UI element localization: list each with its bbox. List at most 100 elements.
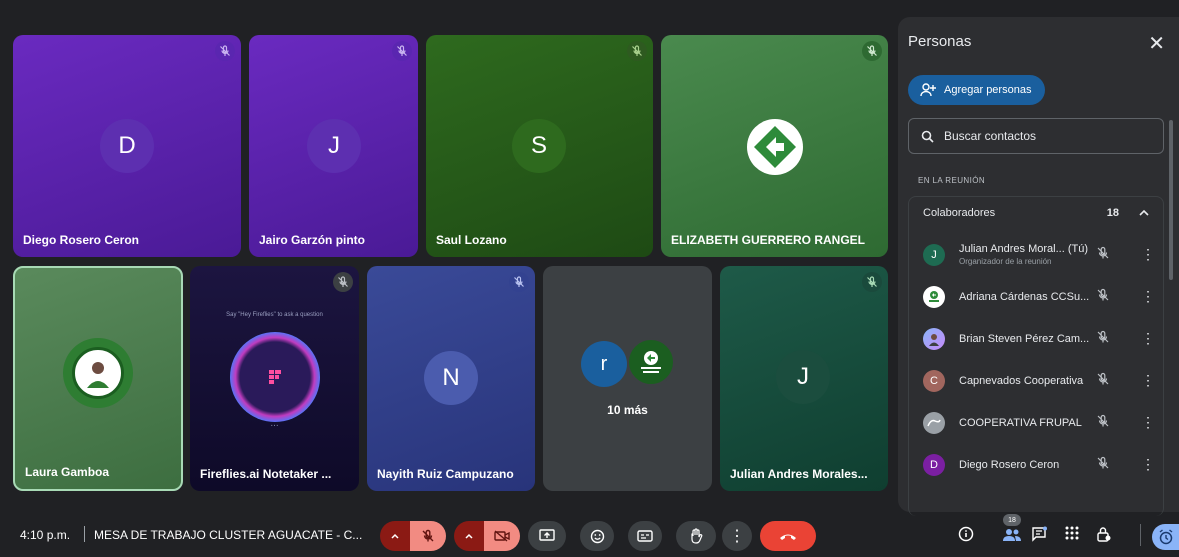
- camera-toggle-button[interactable]: [484, 521, 520, 551]
- chevron-up-icon: [465, 533, 473, 539]
- meeting-title: MESA DE TRABAJO CLUSTER AGUACATE - C...: [94, 528, 363, 542]
- people-icon[interactable]: [1002, 528, 1022, 542]
- mic-off-icon: [862, 272, 882, 292]
- mic-off-icon: [1097, 456, 1109, 469]
- end-call-icon: [780, 534, 796, 540]
- scrollbar[interactable]: [1169, 120, 1173, 280]
- person-role: Organizador de la reunión: [959, 257, 1052, 266]
- participant-tile[interactable]: J Jairo Garzón pinto: [249, 35, 418, 257]
- person-name: COOPERATIVA FRUPAL: [959, 417, 1082, 429]
- search-placeholder: Buscar contactos: [944, 129, 1037, 143]
- chat-icon[interactable]: [1031, 526, 1047, 542]
- person-name: Julian Andres Moral... (Tú): [959, 243, 1088, 255]
- mic-off-icon: [1097, 330, 1109, 343]
- participant-tile[interactable]: Say "Hey Fireflies" to ask a question ..…: [190, 266, 359, 491]
- participant-name: Julian Andres Morales...: [730, 467, 868, 481]
- chevron-up-icon[interactable]: [1139, 205, 1149, 219]
- mic-toggle-button[interactable]: [410, 521, 446, 551]
- camera-off-icon: [494, 530, 510, 542]
- list-item[interactable]: Adriana Cárdenas CCSu... ⋮: [919, 283, 1165, 313]
- present-screen-button[interactable]: [528, 521, 566, 551]
- host-controls-icon[interactable]: [1096, 526, 1112, 542]
- participant-tile[interactable]: N Nayith Ruiz Campuzano: [367, 266, 535, 491]
- participant-name: Diego Rosero Ceron: [23, 233, 140, 247]
- mic-off-icon: [392, 41, 412, 61]
- group-count: 18: [1106, 207, 1119, 219]
- activities-icon[interactable]: [1065, 526, 1079, 540]
- divider: [1140, 524, 1141, 546]
- fireflies-prompt: Say "Hey Fireflies" to ask a question: [226, 312, 323, 318]
- bottom-toolbar: 4:10 p.m. MESA DE TRABAJO CLUSTER AGUACA…: [0, 512, 1179, 557]
- avatar-photo: [72, 347, 124, 399]
- participant-tile-speaking[interactable]: Laura Gamboa: [13, 266, 183, 491]
- mic-off-icon: [509, 272, 529, 292]
- captions-icon: [637, 530, 653, 542]
- participant-name: ELIZABETH GUERRERO RANGEL: [671, 233, 866, 247]
- list-item[interactable]: D Diego Rosero Ceron ⋮: [919, 451, 1165, 481]
- mic-off-icon: [1097, 246, 1109, 259]
- more-options-button[interactable]: ⋮: [722, 521, 752, 551]
- participant-name: Laura Gamboa: [25, 465, 110, 479]
- participants-group: Colaboradores 18 J Julian Andres Moral..…: [908, 196, 1164, 516]
- reactions-button[interactable]: [580, 521, 614, 551]
- avatar: J: [923, 244, 945, 266]
- participant-tile[interactable]: S Saul Lozano: [426, 35, 653, 257]
- avatar: r: [581, 341, 627, 387]
- more-participants-tile[interactable]: r 10 más: [543, 266, 712, 491]
- avatar: N: [424, 351, 478, 405]
- captions-button[interactable]: [628, 521, 662, 551]
- camera-options-chevron[interactable]: [454, 521, 484, 551]
- fireflies-orb: [230, 332, 320, 422]
- avatar: C: [923, 370, 945, 392]
- participant-name: Nayith Ruiz Campuzano: [377, 467, 514, 481]
- list-item[interactable]: Brian Steven Pérez Cam... ⋮: [919, 325, 1165, 355]
- leave-call-button[interactable]: [760, 521, 816, 551]
- more-vert-icon[interactable]: ⋮: [1141, 288, 1155, 305]
- chevron-up-icon: [391, 533, 399, 539]
- participant-tile[interactable]: ELIZABETH GUERRERO RANGEL: [661, 35, 888, 257]
- search-input[interactable]: Buscar contactos: [908, 118, 1164, 154]
- hand-icon: [691, 528, 703, 544]
- person-name: Diego Rosero Ceron: [959, 459, 1060, 471]
- avatar: D: [923, 454, 945, 476]
- logo-avatar: [627, 338, 675, 386]
- mic-off-icon: [1097, 372, 1109, 385]
- list-item[interactable]: C Capnevados Cooperativa ⋮: [919, 367, 1165, 397]
- mic-options-chevron[interactable]: [380, 521, 410, 551]
- logo-avatar: [747, 119, 803, 175]
- avatar: J: [776, 350, 830, 404]
- participant-name: Fireflies.ai Notetaker ...: [200, 467, 332, 481]
- mic-off-icon: [422, 529, 434, 542]
- info-icon[interactable]: [958, 526, 974, 542]
- more-vert-icon[interactable]: ⋮: [1141, 456, 1155, 473]
- participant-tile[interactable]: J Julian Andres Morales...: [720, 266, 888, 491]
- avatar: [923, 286, 945, 308]
- avatar: J: [307, 119, 361, 173]
- person-name: Brian Steven Pérez Cam...: [959, 333, 1090, 345]
- mic-off-icon: [333, 272, 353, 292]
- fireflies-logo-icon: [269, 370, 281, 384]
- list-item[interactable]: J Julian Andres Moral... (Tú) Organizado…: [919, 241, 1165, 271]
- mic-off-icon: [1097, 414, 1109, 427]
- avatar: [923, 328, 945, 350]
- more-vert-icon[interactable]: ⋮: [1141, 330, 1155, 347]
- more-vert-icon[interactable]: ⋮: [1141, 372, 1155, 389]
- people-panel: Personas ✕ Agregar personas Buscar conta…: [898, 17, 1179, 516]
- section-label: EN LA REUNIÓN: [918, 176, 985, 185]
- list-item[interactable]: COOPERATIVA FRUPAL ⋮: [919, 409, 1165, 439]
- person-name: Capnevados Cooperativa: [959, 375, 1084, 387]
- avatar: D: [100, 119, 154, 173]
- alarm-icon: [1159, 529, 1172, 545]
- close-icon[interactable]: ✕: [1148, 31, 1165, 56]
- add-people-label: Agregar personas: [944, 84, 1032, 96]
- add-people-button[interactable]: Agregar personas: [908, 75, 1046, 105]
- more-vert-icon[interactable]: ⋮: [1141, 414, 1155, 431]
- more-vert-icon[interactable]: ⋮: [1141, 246, 1155, 263]
- people-count-badge: 18: [1003, 514, 1021, 526]
- participant-tile[interactable]: D Diego Rosero Ceron: [13, 35, 241, 257]
- mic-off-icon: [1097, 288, 1109, 301]
- participant-name: Saul Lozano: [436, 233, 507, 247]
- raise-hand-button[interactable]: [676, 521, 716, 551]
- search-icon: [921, 130, 934, 143]
- timer-button[interactable]: [1152, 524, 1179, 550]
